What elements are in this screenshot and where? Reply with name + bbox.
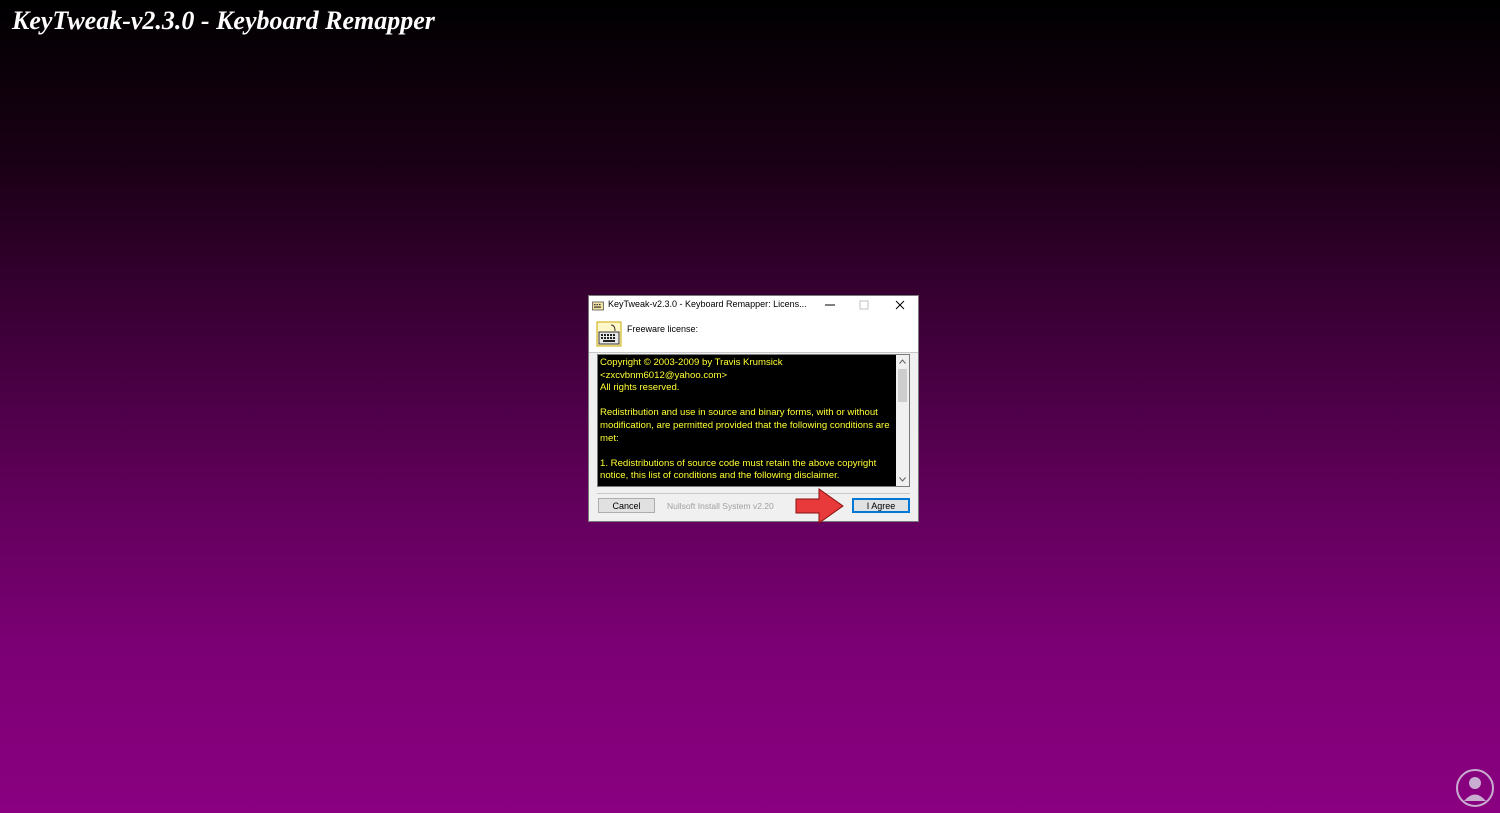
- scroll-up-button[interactable]: [896, 355, 909, 368]
- dialog-header: Freeware license:: [589, 314, 918, 353]
- keyboard-icon: [592, 301, 604, 311]
- maximize-button[interactable]: [847, 296, 881, 314]
- dialog-titlebar[interactable]: KeyTweak-v2.3.0 - Keyboard Remapper: Lic…: [589, 296, 918, 314]
- chevron-up-icon: [899, 359, 906, 364]
- installer-title: KeyTweak-v2.3.0 - Keyboard Remapper: [12, 6, 435, 35]
- license-text: Copyright © 2003-2009 by Travis Krumsick…: [600, 357, 890, 482]
- arrow-right-icon: [795, 488, 844, 524]
- installer-system-label: Nullsoft Install System v2.20: [667, 501, 774, 511]
- minimize-button[interactable]: [813, 296, 847, 314]
- license-heading: Freeware license:: [627, 324, 699, 334]
- maximize-icon: [859, 300, 869, 310]
- cancel-button[interactable]: Cancel: [598, 498, 655, 513]
- close-icon: [895, 300, 905, 310]
- scroll-thumb[interactable]: [898, 369, 907, 402]
- logo-icon: [1456, 769, 1494, 807]
- license-dialog: KeyTweak-v2.3.0 - Keyboard Remapper: Lic…: [588, 295, 919, 522]
- keyboard-icon: [596, 321, 622, 347]
- scroll-down-button[interactable]: [896, 473, 909, 486]
- close-button[interactable]: [883, 296, 917, 314]
- minimize-icon: [825, 304, 835, 306]
- footer-separator: [597, 493, 910, 494]
- agree-button[interactable]: I Agree: [852, 498, 910, 513]
- chevron-down-icon: [899, 477, 906, 482]
- dialog-title: KeyTweak-v2.3.0 - Keyboard Remapper: Lic…: [608, 299, 807, 309]
- license-textbox[interactable]: Copyright © 2003-2009 by Travis Krumsick…: [597, 354, 910, 487]
- license-scrollbar[interactable]: [896, 355, 909, 486]
